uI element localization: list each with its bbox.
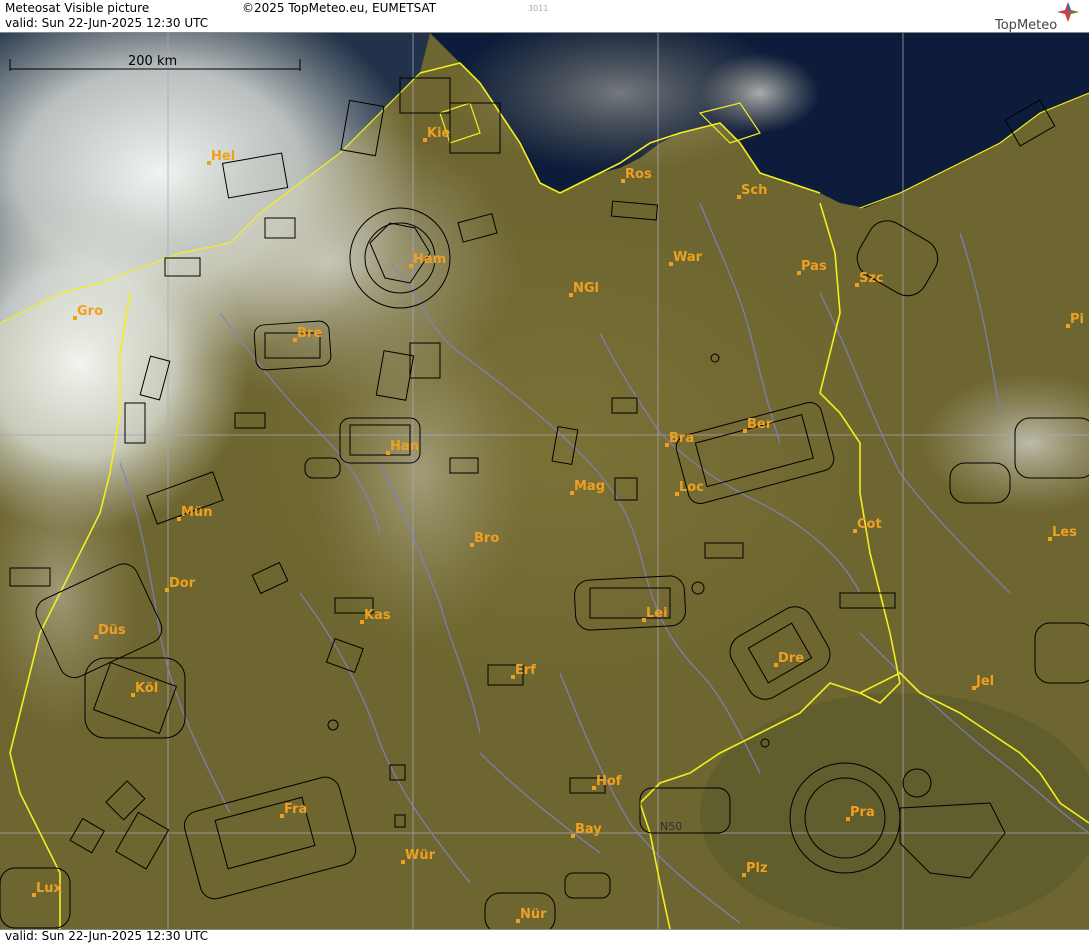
- logo-text: TopMeteo: [994, 18, 1057, 32]
- city-label: Mag: [574, 479, 605, 494]
- city-label: Mün: [181, 505, 212, 520]
- city-label: Loc: [679, 480, 704, 495]
- city-label: Ros: [625, 167, 652, 182]
- scale-label: 200 km: [128, 54, 177, 69]
- city-label: Sch: [741, 183, 767, 198]
- city-label: Bro: [474, 531, 499, 546]
- city-marker[interactable]: Bro: [470, 531, 499, 547]
- city-label: Han: [390, 439, 419, 454]
- city-marker[interactable]: Hel: [207, 149, 235, 165]
- map-footer: valid: Sun 22-Jun-2025 12:30 UTC: [0, 929, 1089, 944]
- city-label: Dor: [169, 576, 196, 591]
- city-label: Dre: [778, 651, 804, 666]
- city-marker[interactable]: Hof: [592, 774, 622, 790]
- city-label: Cot: [857, 517, 882, 532]
- city-label: Pra: [850, 805, 875, 820]
- city-label: Ber: [747, 417, 773, 432]
- city-marker[interactable]: Ham: [409, 252, 446, 268]
- city-marker[interactable]: War: [669, 250, 703, 266]
- product-title: Meteosat Visible picture: [5, 1, 150, 15]
- city-label: Köl: [135, 681, 158, 696]
- valid-time: valid: Sun 22-Jun-2025 12:30 UTC: [5, 16, 209, 30]
- city-marker[interactable]: Mag: [570, 479, 605, 495]
- city-marker[interactable]: Jel: [972, 674, 994, 690]
- city-label: Pas: [801, 259, 827, 274]
- cloud-streak-central: [310, 303, 530, 643]
- city-marker[interactable]: Ros: [621, 167, 652, 183]
- product-code: 3011: [528, 4, 549, 13]
- city-marker[interactable]: Wür: [401, 848, 436, 864]
- city-label: Plz: [746, 861, 768, 876]
- forest-shading: [700, 693, 1089, 929]
- city-label: Düs: [98, 623, 126, 638]
- city-label: Pi: [1070, 312, 1084, 327]
- city-marker[interactable]: Pas: [797, 259, 827, 275]
- city-label: NGl: [573, 281, 599, 296]
- city-marker[interactable]: Bre: [293, 326, 322, 342]
- city-marker[interactable]: Köl: [131, 681, 158, 697]
- city-marker[interactable]: Cot: [853, 517, 882, 533]
- city-marker[interactable]: Düs: [94, 623, 126, 639]
- city-label: Nür: [520, 907, 547, 922]
- city-label: Kas: [364, 608, 391, 623]
- city-marker[interactable]: Plz: [742, 861, 768, 877]
- city-marker[interactable]: Kie: [423, 126, 451, 142]
- city-label: Ham: [413, 252, 446, 267]
- city-marker[interactable]: Dor: [165, 576, 196, 592]
- city-marker[interactable]: Fra: [280, 802, 307, 818]
- city-marker[interactable]: Kas: [360, 608, 391, 624]
- city-label: Hof: [596, 774, 622, 789]
- city-marker[interactable]: Bra: [665, 431, 694, 447]
- grid-label-n50: N50: [660, 820, 682, 833]
- city-label: Erf: [515, 663, 536, 678]
- city-label: Wür: [405, 848, 436, 863]
- city-marker[interactable]: Bay: [571, 822, 602, 838]
- city-marker[interactable]: Nür: [516, 907, 547, 923]
- city-marker[interactable]: Les: [1048, 525, 1077, 541]
- satellite-map[interactable]: N50 200 km Kie Hel Ros Sch Ham War Pas S…: [0, 33, 1089, 929]
- city-label: Lei: [646, 606, 668, 621]
- city-marker[interactable]: Mün: [177, 505, 212, 521]
- city-label: Hel: [211, 149, 235, 164]
- city-marker[interactable]: Lux: [32, 881, 63, 897]
- city-label: War: [673, 250, 703, 265]
- city-marker[interactable]: Han: [386, 439, 419, 455]
- city-label: Les: [1052, 525, 1077, 540]
- city-label: Szc: [859, 271, 884, 286]
- map-header: Meteosat Visible picture valid: Sun 22-J…: [0, 0, 1089, 33]
- city-label: Bre: [297, 326, 322, 341]
- city-marker[interactable]: Erf: [511, 663, 536, 679]
- footer-valid-time: valid: Sun 22-Jun-2025 12:30 UTC: [5, 929, 209, 943]
- city-marker[interactable]: Ber: [743, 417, 773, 433]
- city-label: Lux: [36, 881, 63, 896]
- city-marker[interactable]: Loc: [675, 480, 704, 496]
- city-label: Bra: [669, 431, 694, 446]
- city-label: Bay: [575, 822, 602, 837]
- city-marker[interactable]: Sch: [737, 183, 767, 199]
- city-marker[interactable]: Szc: [855, 271, 884, 287]
- city-label: Fra: [284, 802, 307, 817]
- city-label: Gro: [77, 304, 103, 319]
- city-marker[interactable]: Pra: [846, 805, 875, 821]
- city-label: Kie: [427, 126, 451, 141]
- topmeteo-logo: TopMeteo: [994, 2, 1079, 32]
- cloud-patch-baltic: [700, 53, 820, 133]
- city-label: Jel: [975, 674, 994, 689]
- copyright-text: ©2025 TopMeteo.eu, EUMETSAT: [242, 1, 437, 15]
- city-marker[interactable]: Lei: [642, 606, 668, 622]
- city-marker[interactable]: NGl: [569, 281, 599, 297]
- city-marker[interactable]: Dre: [774, 651, 804, 667]
- compass-icon: [1057, 2, 1079, 22]
- city-marker[interactable]: Gro: [73, 304, 103, 320]
